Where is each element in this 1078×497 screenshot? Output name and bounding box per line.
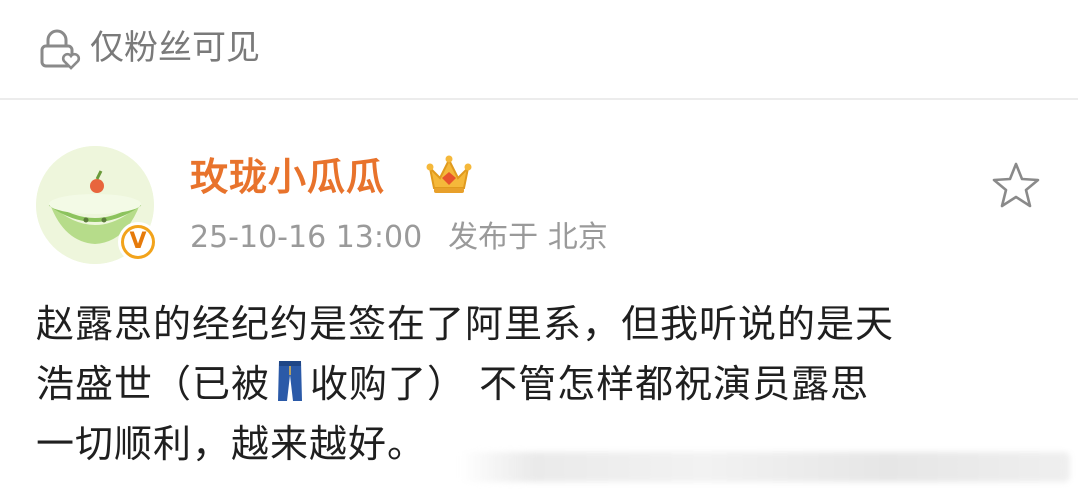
verified-v-icon: V [124, 228, 152, 256]
star-outline-icon [992, 162, 1040, 208]
post-body: 赵露思的经纪约是签在了阿里系，但我听说的是天 浩盛世（已被 收购了） 不管怎样都… [36, 294, 1046, 474]
visibility-label: 仅粉丝可见 [90, 28, 260, 68]
post-time: 25-10-16 13:00 [190, 220, 423, 255]
post-body-line: 赵露思的经纪约是签在了阿里系，但我听说的是天 [36, 302, 895, 346]
post-body-text: 收购了） 不管怎样都祝演员露思 [310, 362, 870, 406]
post-location: 发布于 北京 [448, 220, 608, 255]
visibility-bar: 仅粉丝可见 [0, 0, 1078, 100]
post-body-line: 浩盛世（已被 收购了） 不管怎样都祝演员露思 [36, 354, 1046, 414]
post-meta: 25-10-16 13:00 发布于 北京 [190, 216, 608, 260]
lock-heart-icon [40, 29, 81, 70]
favorite-button[interactable] [988, 158, 1044, 214]
verified-badge: V [118, 222, 158, 262]
author-name[interactable]: 玫珑小瓜瓜 [190, 152, 385, 202]
post-body-text: 浩盛世（已被 [36, 362, 271, 406]
blurred-footer [460, 452, 1070, 482]
vip-crown-icon [426, 155, 472, 193]
jeans-icon [278, 361, 303, 401]
